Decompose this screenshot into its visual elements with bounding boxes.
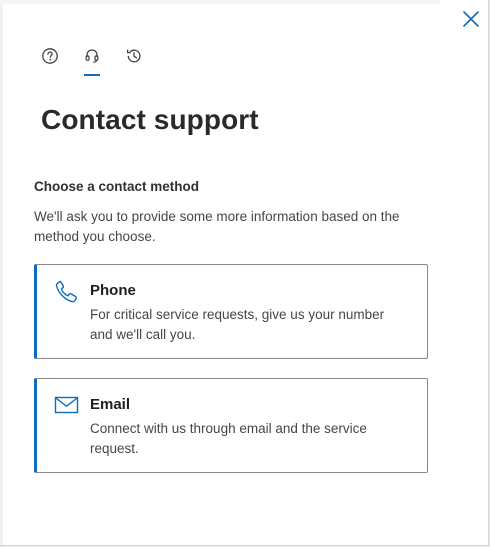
contact-method-heading: Choose a contact method xyxy=(34,179,200,194)
email-option-card[interactable]: Email Connect with us through email and … xyxy=(34,378,428,473)
panel-left-edge xyxy=(0,0,3,545)
panel-top-strip xyxy=(0,0,440,4)
close-icon xyxy=(463,11,479,27)
phone-option-title: Phone xyxy=(90,282,136,299)
contact-support-panel: Contact support Choose a contact method … xyxy=(0,0,489,546)
page-title: Contact support xyxy=(41,104,259,135)
phone-option-description: For critical service requests, give us y… xyxy=(90,307,385,342)
help-circle-icon xyxy=(42,48,58,64)
tab-contact-support[interactable] xyxy=(81,46,103,76)
contact-method-description: We'll ask you to provide some more infor… xyxy=(34,209,400,244)
headset-icon xyxy=(85,49,99,63)
tab-help[interactable] xyxy=(39,46,61,76)
panel-tabs xyxy=(39,46,145,76)
phone-icon xyxy=(55,280,78,303)
close-button[interactable] xyxy=(460,8,482,30)
email-option-title: Email xyxy=(90,396,131,413)
email-option-description: Connect with us through email and the se… xyxy=(90,421,367,456)
tab-history[interactable] xyxy=(123,46,145,76)
mail-icon xyxy=(54,396,79,414)
phone-option-card[interactable]: Phone For critical service requests, giv… xyxy=(34,264,428,359)
history-icon xyxy=(126,49,141,63)
tab-selected-indicator xyxy=(84,74,100,76)
